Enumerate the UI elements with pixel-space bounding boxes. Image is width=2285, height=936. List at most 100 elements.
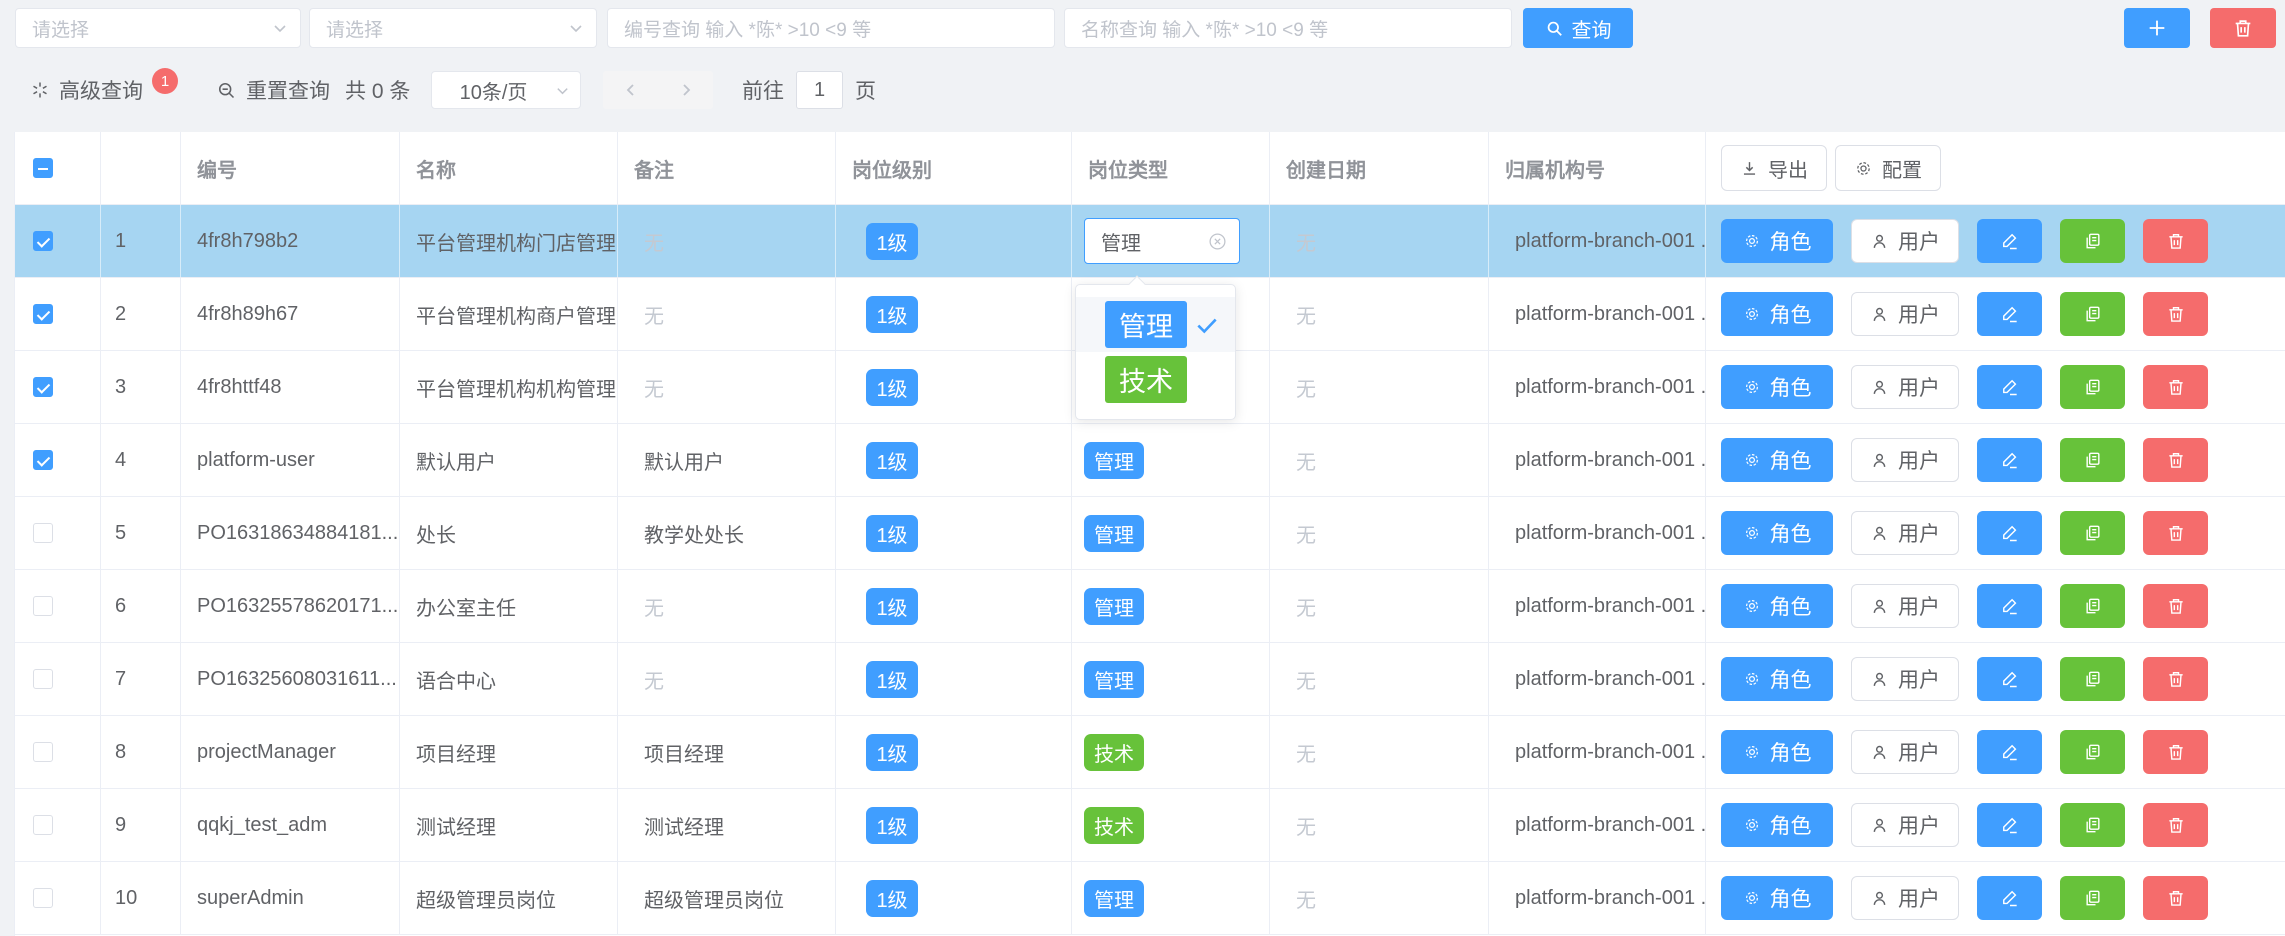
copy-button[interactable] xyxy=(2060,438,2125,482)
user-button-label: 用户 xyxy=(1898,664,1940,694)
role-button[interactable]: 角色 xyxy=(1721,292,1833,336)
table-row[interactable]: 8 projectManager 项目经理 项目经理 1级 技术 无 platf… xyxy=(15,716,2285,789)
delete-row-button[interactable] xyxy=(2143,730,2208,774)
prev-page-button[interactable] xyxy=(611,71,651,109)
delete-row-button[interactable] xyxy=(2143,803,2208,847)
copy-button[interactable] xyxy=(2060,584,2125,628)
edit-button[interactable] xyxy=(1977,657,2042,701)
row-checkbox[interactable] xyxy=(33,669,53,689)
user-button[interactable]: 用户 xyxy=(1851,511,1959,555)
table-row[interactable]: 6 PO16325578620171... 办公室主任 无 1级 管理 无 pl… xyxy=(15,570,2285,643)
clear-icon[interactable] xyxy=(1208,232,1227,251)
copy-button[interactable] xyxy=(2060,292,2125,336)
delete-row-button[interactable] xyxy=(2143,657,2208,701)
copy-button[interactable] xyxy=(2060,730,2125,774)
role-button[interactable]: 角色 xyxy=(1721,803,1833,847)
row-checkbox[interactable] xyxy=(33,377,53,397)
delete-row-button[interactable] xyxy=(2143,876,2208,920)
row-checkbox[interactable] xyxy=(33,304,53,324)
page-size-select[interactable]: 10条/页 xyxy=(431,71,581,109)
edit-button[interactable] xyxy=(1977,365,2042,409)
table-row[interactable]: 1 4fr8h798b2 平台管理机构门店管理员 无 1级 管理 无 platf… xyxy=(15,205,2285,278)
delete-row-button[interactable] xyxy=(2143,438,2208,482)
row-checkbox[interactable] xyxy=(33,815,53,835)
edit-button[interactable] xyxy=(1977,292,2042,336)
next-page-button[interactable] xyxy=(666,71,706,109)
user-button[interactable]: 用户 xyxy=(1851,876,1959,920)
role-button[interactable]: 角色 xyxy=(1721,876,1833,920)
delete-row-button[interactable] xyxy=(2143,584,2208,628)
delete-row-button[interactable] xyxy=(2143,511,2208,555)
goto-page-input[interactable] xyxy=(796,71,843,109)
code-search-input[interactable]: 编号查询 输入 *陈* >10 <9 等 xyxy=(607,8,1055,48)
copy-button[interactable] xyxy=(2060,657,2125,701)
filter-select-1[interactable]: 请选择 xyxy=(15,8,301,48)
dropdown-option[interactable]: 技术 xyxy=(1076,352,1235,407)
table-row[interactable]: 10 superAdmin 超级管理员岗位 超级管理员岗位 1级 管理 无 pl… xyxy=(15,862,2285,935)
delete-row-button[interactable] xyxy=(2143,219,2208,263)
row-created: 无 xyxy=(1270,424,1489,496)
user-button[interactable]: 用户 xyxy=(1851,730,1959,774)
row-checkbox[interactable] xyxy=(33,231,53,251)
export-button[interactable]: 导出 xyxy=(1721,145,1827,191)
user-button[interactable]: 用户 xyxy=(1851,657,1959,701)
row-checkbox[interactable] xyxy=(33,742,53,762)
filter-select-2[interactable]: 请选择 xyxy=(309,8,597,48)
add-button[interactable] xyxy=(2124,8,2190,48)
type-select-input[interactable]: 管理 xyxy=(1084,218,1240,264)
user-button[interactable]: 用户 xyxy=(1851,292,1959,336)
user-button[interactable]: 用户 xyxy=(1851,803,1959,847)
user-button[interactable]: 用户 xyxy=(1851,584,1959,628)
row-remark: 测试经理 xyxy=(618,789,836,861)
table-row[interactable]: 4 platform-user 默认用户 默认用户 1级 管理 无 platfo… xyxy=(15,424,2285,497)
role-button[interactable]: 角色 xyxy=(1721,511,1833,555)
role-button-label: 角色 xyxy=(1770,372,1812,402)
copy-button[interactable] xyxy=(2060,803,2125,847)
delete-row-button[interactable] xyxy=(2143,365,2208,409)
row-checkbox[interactable] xyxy=(33,596,53,616)
advanced-query-button[interactable]: 高级查询 1 xyxy=(30,68,178,112)
header-remark: 备注 xyxy=(618,132,836,204)
edit-button[interactable] xyxy=(1977,876,2042,920)
table-row[interactable]: 5 PO16318634884181... 处长 教学处处长 1级 管理 无 p… xyxy=(15,497,2285,570)
edit-button[interactable] xyxy=(1977,730,2042,774)
row-code: projectManager xyxy=(181,716,400,788)
user-button[interactable]: 用户 xyxy=(1851,365,1959,409)
role-button[interactable]: 角色 xyxy=(1721,730,1833,774)
edit-button[interactable] xyxy=(1977,219,2042,263)
user-button-label: 用户 xyxy=(1898,372,1940,402)
copy-button[interactable] xyxy=(2060,511,2125,555)
trash-icon xyxy=(2166,304,2186,324)
edit-button[interactable] xyxy=(1977,511,2042,555)
copy-button[interactable] xyxy=(2060,365,2125,409)
reset-query-button[interactable]: 重置查询 xyxy=(216,68,330,112)
filter-bar: 高级查询 1 重置查询 共 0 条 10条/页 前往 页 xyxy=(0,68,2285,120)
row-checkbox[interactable] xyxy=(33,450,53,470)
role-button[interactable]: 角色 xyxy=(1721,365,1833,409)
table-row[interactable]: 7 PO16325608031611... 语合中心 无 1级 管理 无 pla… xyxy=(15,643,2285,716)
select-all-checkbox[interactable] xyxy=(33,158,53,178)
role-button[interactable]: 角色 xyxy=(1721,657,1833,701)
edit-button[interactable] xyxy=(1977,438,2042,482)
role-button[interactable]: 角色 xyxy=(1721,219,1833,263)
role-button[interactable]: 角色 xyxy=(1721,584,1833,628)
search-button[interactable]: 查询 xyxy=(1523,8,1633,48)
delete-row-button[interactable] xyxy=(2143,292,2208,336)
edit-button[interactable] xyxy=(1977,584,2042,628)
delete-selected-button[interactable] xyxy=(2210,8,2276,48)
dropdown-option[interactable]: 管理 xyxy=(1076,297,1235,352)
config-button[interactable]: 配置 xyxy=(1835,145,1941,191)
table-row[interactable]: 9 qqkj_test_adm 测试经理 测试经理 1级 技术 无 platfo… xyxy=(15,789,2285,862)
row-remark: 无 xyxy=(618,278,836,350)
copy-button[interactable] xyxy=(2060,876,2125,920)
row-checkbox[interactable] xyxy=(33,888,53,908)
user-button[interactable]: 用户 xyxy=(1851,219,1959,263)
copy-button[interactable] xyxy=(2060,219,2125,263)
user-button[interactable]: 用户 xyxy=(1851,438,1959,482)
name-search-input[interactable]: 名称查询 输入 *陈* >10 <9 等 xyxy=(1064,8,1512,48)
edit-button[interactable] xyxy=(1977,803,2042,847)
row-checkbox[interactable] xyxy=(33,523,53,543)
role-button[interactable]: 角色 xyxy=(1721,438,1833,482)
user-button-label: 用户 xyxy=(1898,737,1940,767)
edit-icon xyxy=(2000,669,2020,689)
